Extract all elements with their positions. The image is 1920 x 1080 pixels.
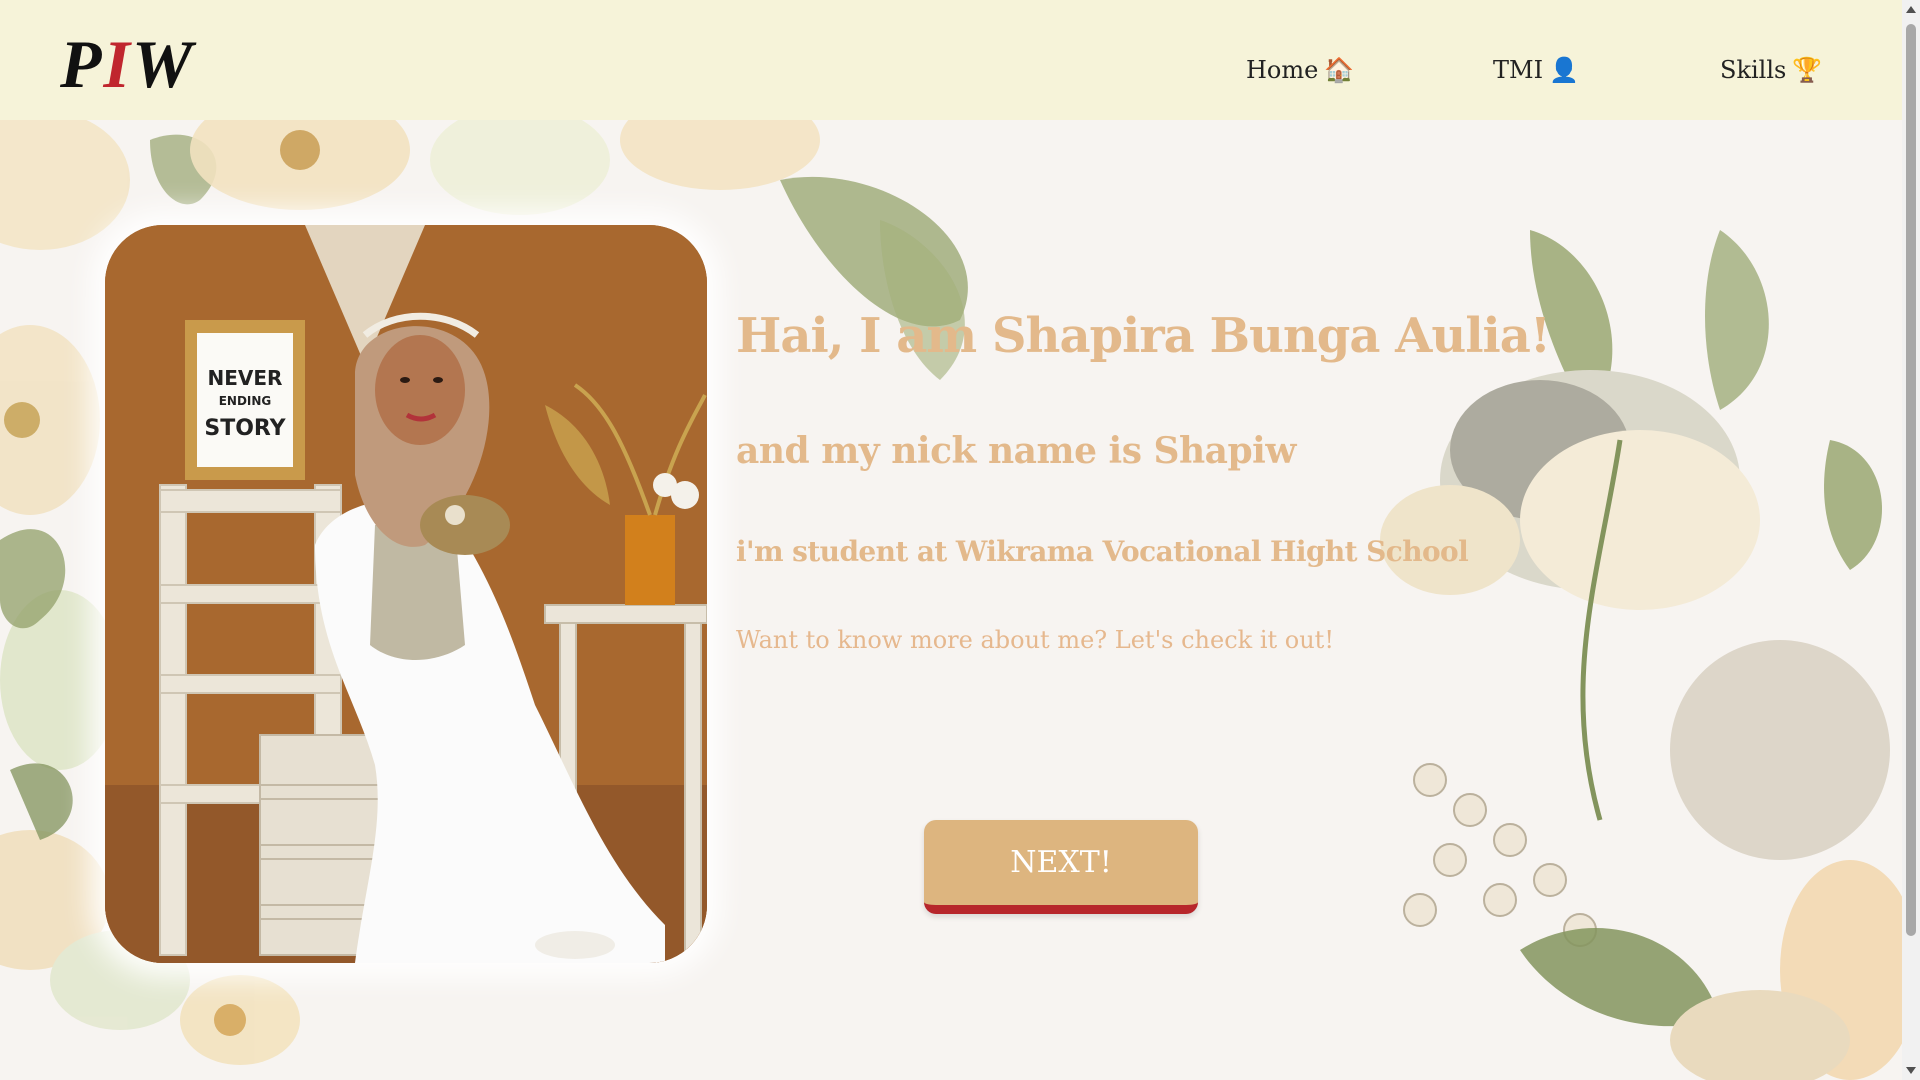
hero-section: NEVER ENDING STORY Hai, I am Shapira Bun…	[0, 120, 1902, 1080]
scroll-down-arrow-icon[interactable]	[1906, 1067, 1916, 1074]
hero-invite-text: Want to know more about me? Let's check …	[736, 626, 1334, 654]
profile-photo: NEVER ENDING STORY	[105, 225, 707, 963]
nav-label-skills: Skills	[1720, 56, 1787, 84]
person-icon: 👤	[1549, 56, 1579, 84]
nav-label-tmi: TMI	[1493, 56, 1544, 84]
vertical-scrollbar[interactable]	[1902, 0, 1920, 1080]
nav-label-home: Home	[1246, 56, 1319, 84]
logo-letter-w: W	[132, 26, 195, 102]
next-button[interactable]: NEXT!	[924, 820, 1198, 914]
house-icon: 🏠	[1324, 56, 1355, 84]
photo-sign-line-2: ENDING	[219, 394, 272, 408]
navbar: PIW Home 🏠 TMI 👤 Skills 🏆	[0, 0, 1902, 120]
hero-headline: Hai, I am Shapira Bunga Aulia!	[736, 308, 1551, 364]
hero-nickname: and my nick name is Shapiw	[736, 430, 1296, 472]
photo-sign-line-3: STORY	[204, 416, 286, 441]
logo-letter-p: P	[60, 26, 104, 102]
profile-photo-illustration: NEVER ENDING STORY	[105, 225, 707, 963]
site-logo[interactable]: PIW	[60, 24, 194, 104]
nav-link-tmi[interactable]: TMI 👤	[1493, 56, 1579, 84]
hero-school: i'm student at Wikrama Vocational Hight …	[736, 535, 1469, 568]
scroll-up-arrow-icon[interactable]	[1906, 6, 1916, 13]
logo-letter-i: I	[103, 26, 133, 102]
trophy-icon: 🏆	[1792, 56, 1823, 84]
photo-sign-line-1: NEVER	[208, 366, 283, 390]
nav-link-home[interactable]: Home 🏠	[1246, 56, 1354, 84]
scrollbar-thumb[interactable]	[1906, 24, 1916, 936]
nav-link-skills[interactable]: Skills 🏆	[1720, 56, 1822, 84]
